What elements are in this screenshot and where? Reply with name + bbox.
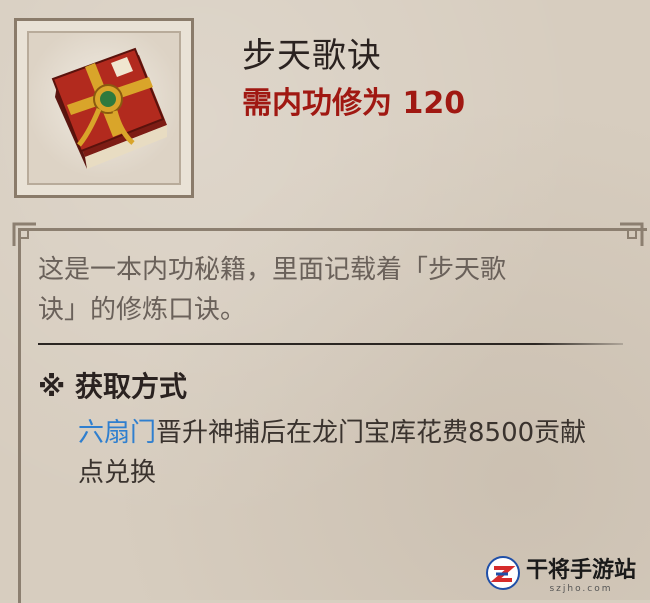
corner-ornament-right [620,222,644,246]
watermark-url: szjho.com [549,584,613,594]
item-icon-frame [14,18,194,198]
description-line: 诀」的修炼口诀。 [38,295,247,325]
acquisition-line: 六扇门晋升神捕后在龙门宝库花费8500贡献 [78,412,638,449]
acquisition-text: 晋升神捕后在龙门宝库花费8500贡献 [156,418,587,448]
section-divider [38,343,623,345]
faction-link[interactable]: 六扇门 [78,418,156,448]
item-requirement: 需内功修为 120 [242,86,466,121]
acquisition-line: 点兑换 [78,458,157,488]
item-name: 步天歌诀 [242,36,382,76]
book-icon [51,47,167,169]
item-tooltip-panel: 步天歌诀 需内功修为 120 这是一本内功秘籍，里面记载着「步天歌 诀」的修炼口… [0,0,650,603]
watermark: 干将手游站 szjho.com [485,552,636,594]
watermark-name: 干将手游站 [525,558,636,583]
item-description: 这是一本内功秘籍，里面记载着「步天歌 诀」的修炼口诀。 [38,250,618,330]
item-icon-slot [27,31,181,185]
site-logo-icon [485,556,520,590]
description-line: 这是一本内功秘籍，里面记载着「步天歌 [38,255,507,285]
acquisition-header: ※ 获取方式 [38,370,187,403]
corner-ornament-left [12,222,36,246]
